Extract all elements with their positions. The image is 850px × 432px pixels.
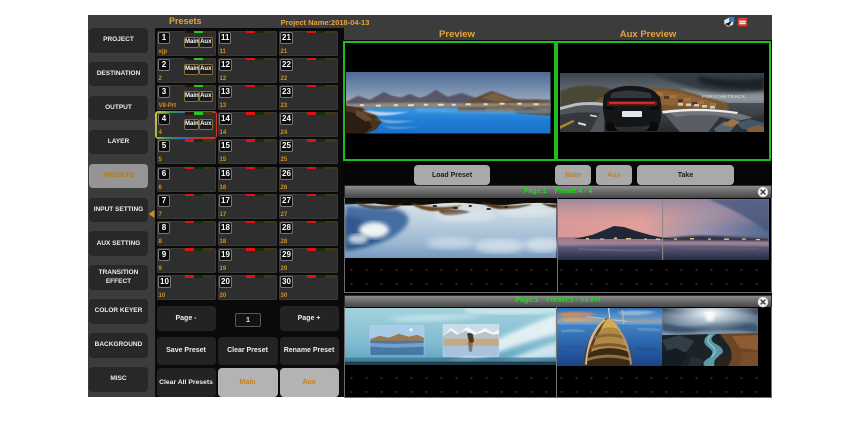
svg-text:PORSCHETRACK: PORSCHETRACK — [702, 94, 746, 99]
